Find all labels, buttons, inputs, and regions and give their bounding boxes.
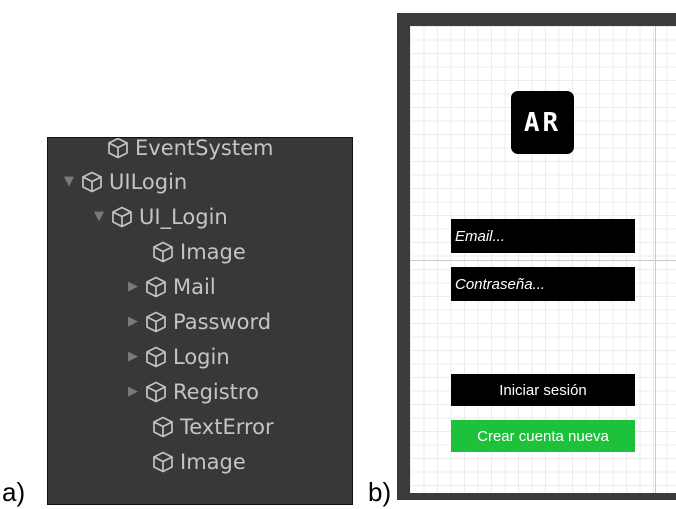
app-logo: AR xyxy=(511,91,574,154)
hierarchy-item-image[interactable]: Image xyxy=(133,235,246,269)
gameobject-cube-icon xyxy=(82,171,102,193)
hierarchy-item-label: Password xyxy=(173,310,272,334)
hierarchy-panel: EventSystem ▼ UILogin ▼ UI_Login Image ▶… xyxy=(47,137,353,505)
panel-label-a: a) xyxy=(2,477,26,507)
gameobject-cube-icon xyxy=(153,451,173,473)
expand-arrow-right-icon[interactable]: ▶ xyxy=(126,385,140,399)
canvas-guide-horizontal xyxy=(410,260,676,261)
hierarchy-item-mail[interactable]: ▶ Mail xyxy=(126,270,216,304)
hierarchy-item-uilogin[interactable]: ▼ UILogin xyxy=(62,165,187,199)
hierarchy-item-registro[interactable]: ▶ Registro xyxy=(126,375,259,409)
hierarchy-item-label: Registro xyxy=(173,380,259,404)
hierarchy-item-eventsystem[interactable]: EventSystem xyxy=(88,137,274,165)
hierarchy-item-label: TextError xyxy=(180,415,274,439)
hierarchy-item-label: EventSystem xyxy=(135,137,274,160)
gameobject-cube-icon xyxy=(153,416,173,438)
expand-arrow-down-icon[interactable]: ▼ xyxy=(92,210,106,224)
gameobject-cube-icon xyxy=(108,138,128,159)
create-account-button[interactable]: Crear cuenta nueva xyxy=(451,420,635,452)
hierarchy-item-image-2[interactable]: Image xyxy=(133,445,246,479)
hierarchy-item-ui-login[interactable]: ▼ UI_Login xyxy=(92,200,228,234)
expand-arrow-right-icon[interactable]: ▶ xyxy=(126,315,140,329)
email-field[interactable]: Email... xyxy=(451,219,635,253)
panel-label-b: b) xyxy=(368,477,392,507)
expand-arrow-right-icon[interactable]: ▶ xyxy=(126,280,140,294)
hierarchy-item-label: Login xyxy=(173,345,230,369)
gameobject-cube-icon xyxy=(146,381,166,403)
hierarchy-item-login[interactable]: ▶ Login xyxy=(126,340,230,374)
hierarchy-item-password[interactable]: ▶ Password xyxy=(126,305,271,339)
hierarchy-item-label: UILogin xyxy=(109,170,188,194)
gameobject-cube-icon xyxy=(153,241,173,263)
gameobject-cube-icon xyxy=(112,206,132,228)
login-canvas: AR Email... Contraseña... Iniciar sesión… xyxy=(410,26,676,493)
hierarchy-item-label: Image xyxy=(180,240,246,264)
scene-view: AR Email... Contraseña... Iniciar sesión… xyxy=(397,13,676,500)
hierarchy-item-label: UI_Login xyxy=(139,205,228,229)
gameobject-cube-icon xyxy=(146,276,166,298)
gameobject-cube-icon xyxy=(146,311,166,333)
hierarchy-item-label: Mail xyxy=(173,275,216,299)
expand-arrow-down-icon[interactable]: ▼ xyxy=(62,175,76,189)
expand-arrow-right-icon[interactable]: ▶ xyxy=(126,350,140,364)
gameobject-cube-icon xyxy=(146,346,166,368)
login-button[interactable]: Iniciar sesión xyxy=(451,374,635,406)
hierarchy-item-texterror[interactable]: TextError xyxy=(133,410,274,444)
email-placeholder: Email... xyxy=(455,227,506,245)
hierarchy-item-label: Image xyxy=(180,450,246,474)
canvas-guide-vertical xyxy=(655,26,656,493)
password-placeholder: Contraseña... xyxy=(455,275,546,293)
password-field[interactable]: Contraseña... xyxy=(451,267,635,301)
